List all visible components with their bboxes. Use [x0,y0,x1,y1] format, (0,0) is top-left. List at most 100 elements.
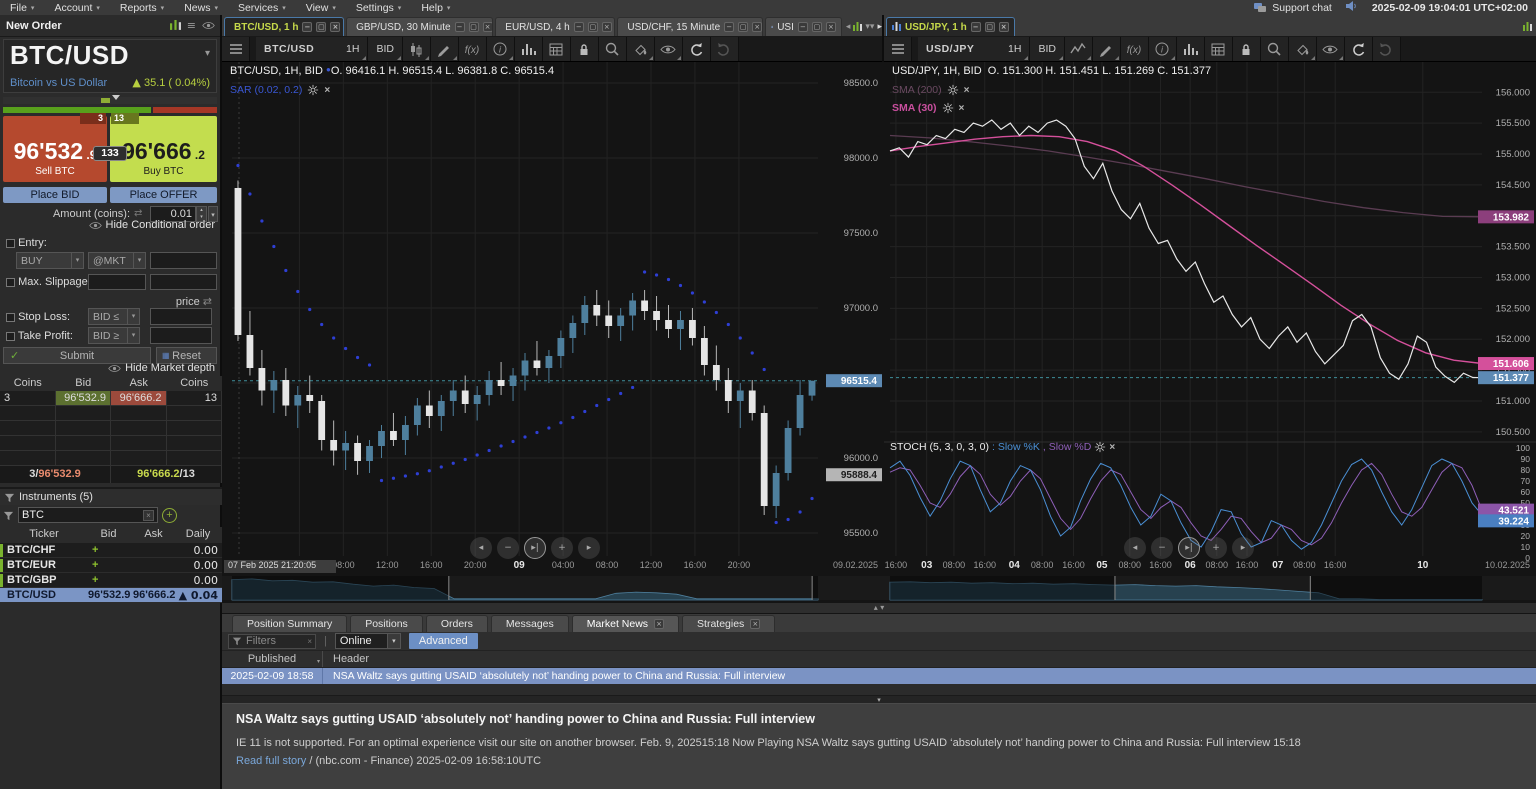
amount-swap-icon[interactable]: ⇄ [134,208,142,219]
restore-icon[interactable]: ▢ [984,22,995,32]
undo-icon[interactable] [1344,36,1373,61]
slippage-input-2[interactable] [150,274,217,290]
restore-icon[interactable]: ▢ [316,22,327,32]
chart-tab-gbp-usd[interactable]: GBP/USD, 30 Minute − ▢ × [346,17,494,36]
draw-icon[interactable] [430,36,459,61]
chart-menu-icon[interactable] [884,36,912,61]
eye-icon[interactable] [1316,36,1345,61]
menu-account[interactable]: Account ▾ [44,0,109,15]
panel-menu-icon[interactable]: ≡ [187,19,196,32]
filters-input[interactable]: Filters × [228,633,316,649]
instrument-selector[interactable]: BTC/USD ▾ Bitcoin vs US Dollar ▲ 35.1 ( … [3,39,217,93]
function-icon[interactable]: f(x) [1120,36,1149,61]
online-select[interactable]: Online ▾ [334,633,401,649]
chart-tab-usi[interactable]: USI − ▢ × [765,17,842,36]
support-chat-button[interactable]: Support chat [1254,2,1332,14]
next-tab-icon[interactable]: ▸ [877,22,882,32]
menu-help[interactable]: Help ▾ [411,0,460,15]
new-chart-icon[interactable] [169,20,181,31]
minimize-icon[interactable]: − [454,22,465,32]
add-instrument-button[interactable]: + [162,507,177,523]
info-icon[interactable]: i [1148,36,1177,61]
eye-icon[interactable] [654,36,683,61]
menu-services[interactable]: Services ▾ [228,0,296,15]
place-offer-button[interactable]: Place OFFER [110,187,217,203]
hide-market-depth-toggle[interactable]: Hide Market depth [108,362,215,374]
lock-icon[interactable] [570,36,599,61]
tab-list-icon[interactable]: ▾▾ [865,22,874,32]
indicator-close-icon[interactable]: × [1109,442,1115,453]
info-icon[interactable]: i [486,36,515,61]
calendar-icon[interactable] [1204,36,1233,61]
instrument-row-btc-eur[interactable]: BTC/EUR +0.00 [0,558,222,573]
chevron-down-icon[interactable]: ▾ [205,48,210,59]
close-icon[interactable]: × [998,22,1009,32]
tab-market-news[interactable]: Market News × [571,615,680,632]
indicator-close-icon[interactable]: × [964,85,970,96]
zoom-in-button[interactable]: + [551,537,573,559]
entry-type-select[interactable]: @MKT ▾ [88,252,146,269]
chart-area-usdjpy[interactable]: 16:00 03 08:00 16:00 04 08:00 16:00 05 08:00 16:0… [884,62,1536,602]
chart-tab-usd-chf[interactable]: USD/CHF, 15 Minute − ▢ × [617,17,764,36]
news-row[interactable]: 2025-02-09 18:58 NSA Waltz says gutting … [222,668,1536,684]
sell-button[interactable]: 96'532 .9 Sell BTC [3,116,107,182]
pricetype-select[interactable]: BID [368,36,403,61]
indicator-settings-icon[interactable] [1094,441,1106,453]
minimize-icon[interactable]: − [573,22,584,32]
step-back-button[interactable]: ◂ [470,537,492,559]
zoom-icon[interactable] [1260,36,1289,61]
indicator-settings-icon[interactable] [942,102,954,114]
usdjpy-line-chart[interactable]: 16:00 03 08:00 16:00 04 08:00 16:00 05 08:00 16:0… [884,62,1536,602]
close-icon[interactable]: × [482,22,493,32]
menu-reports[interactable]: Reports ▾ [110,0,174,15]
btcusd-candle-chart[interactable]: 04:0008:0012:0016:0020:000904:0008:0012:… [222,62,884,602]
close-icon[interactable]: × [752,22,763,32]
stop-loss-input[interactable] [150,308,212,325]
chart-menu-icon[interactable] [222,36,250,61]
instrument-row-btc-usd[interactable]: BTC/USD 96'532.9 96'666.2 ▲ 0.04 [0,588,222,603]
step-back-button[interactable]: ◂ [1124,537,1146,559]
timeframe-select[interactable]: 1H [1000,36,1031,61]
place-bid-button[interactable]: Place BID [3,187,107,203]
header-column-header[interactable]: Header [322,651,1536,667]
zoom-in-button[interactable]: + [1205,537,1227,559]
take-profit-checkbox[interactable] [6,331,15,341]
tab-orders[interactable]: Orders [425,615,488,632]
minimize-icon[interactable]: − [797,22,808,32]
timeframe-select[interactable]: 1H [338,36,369,61]
slippage-input-1[interactable] [88,274,146,290]
entry-side-select[interactable]: BUY ▾ [16,252,84,269]
new-chart-icon[interactable] [1523,21,1532,32]
close-icon[interactable]: × [601,22,612,32]
redo-icon[interactable] [1372,36,1401,61]
chart-area-btcusd[interactable]: 04:0008:0012:0016:0020:000904:0008:0012:… [222,62,884,602]
chart-tab-btc-usd[interactable]: BTC/USD, 1 h − ▢ × [224,17,345,36]
tab-strategies[interactable]: Strategies × [682,615,776,632]
price-mode-toggle[interactable]: price ⇄ [176,295,212,308]
take-profit-input[interactable] [150,327,212,344]
entry-checkbox[interactable] [6,238,15,248]
step-forward-button[interactable]: ▸ [578,537,600,559]
close-icon[interactable]: × [330,22,341,32]
charttype-icon[interactable] [402,36,431,61]
lock-icon[interactable] [1232,36,1261,61]
zoom-icon[interactable] [598,36,627,61]
restore-icon[interactable]: ▢ [738,22,749,32]
instruments-header[interactable]: Instruments (5) [0,487,222,505]
restore-icon[interactable]: ▢ [587,22,598,32]
theme-icon[interactable] [626,36,655,61]
function-icon[interactable]: f(x) [458,36,487,61]
indicator-close-icon[interactable]: × [959,103,965,114]
prev-tab-icon[interactable]: ◂ [846,22,851,32]
minimize-icon[interactable]: − [724,22,735,32]
menu-view[interactable]: View ▾ [296,0,346,15]
step-forward-button[interactable]: ▸ [1232,537,1254,559]
stop-loss-op-select[interactable]: BID ≤ ▾ [88,308,140,325]
instrument-row-btc-chf[interactable]: BTC/CHF +0.00 [0,543,222,558]
stop-loss-checkbox[interactable] [6,312,15,322]
draw-icon[interactable] [1092,36,1121,61]
restore-icon[interactable]: ▢ [468,22,479,32]
symbol-select[interactable]: USD/JPY [918,36,1006,61]
panel-eye-icon[interactable] [202,21,215,30]
entry-price-input[interactable] [150,252,217,269]
